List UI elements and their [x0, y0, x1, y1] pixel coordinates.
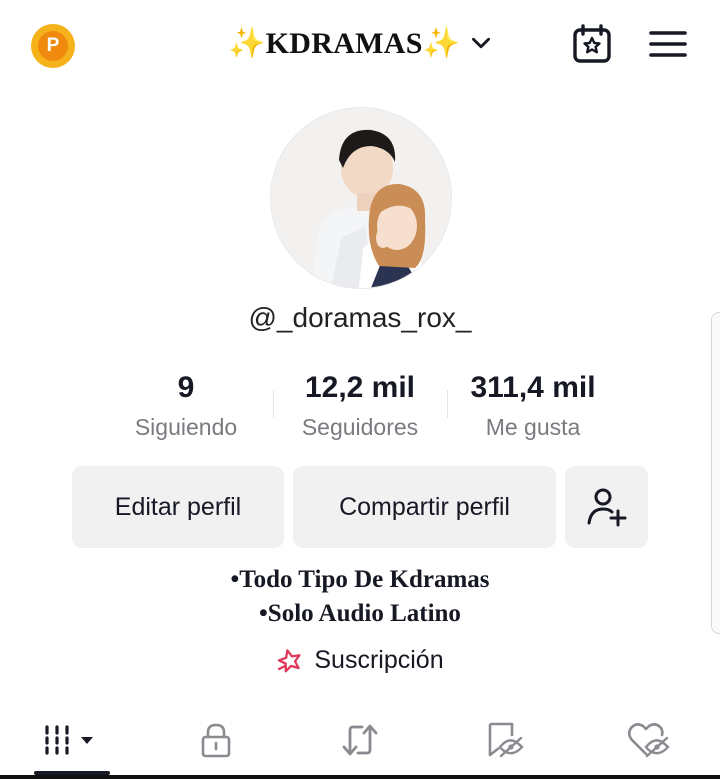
tab-videos[interactable]: [0, 710, 144, 770]
coin-icon: P: [38, 31, 68, 61]
followers-stat[interactable]: 12,2 mil Seguidores: [270, 370, 450, 442]
add-friend-button[interactable]: [565, 466, 648, 548]
followers-label: Seguidores: [301, 414, 419, 440]
likes-stat[interactable]: 311,4 mil Me gusta: [443, 370, 623, 442]
subscription-label: Suscripción: [314, 646, 444, 674]
share-profile-button[interactable]: Compartir perfil: [293, 466, 556, 548]
tab-private[interactable]: [144, 710, 288, 770]
account-switcher[interactable]: ✨KDRAMAS✨: [228, 20, 494, 66]
tab-bar-divider: [0, 775, 720, 779]
liked-hidden-icon: [626, 720, 670, 760]
add-user-icon: [585, 485, 629, 529]
hamburger-menu-icon[interactable]: [646, 22, 690, 66]
lock-icon: [198, 721, 234, 759]
videos-grid-icon: [41, 723, 103, 757]
tab-liked[interactable]: [576, 710, 720, 770]
following-count: 9: [177, 371, 195, 404]
bio-line: •Solo Audio Latino: [259, 600, 461, 627]
likes-label: Me gusta: [485, 414, 581, 440]
tab-reposts[interactable]: [288, 710, 432, 770]
following-label: Siguiendo: [134, 414, 238, 440]
following-stat[interactable]: 9 Siguiendo: [96, 370, 276, 442]
subscription-link[interactable]: Suscripción: [0, 646, 720, 675]
likes-count: 311,4 mil: [470, 371, 596, 404]
subscription-star-icon: [276, 647, 304, 675]
followers-count: 12,2 mil: [304, 371, 416, 404]
scrollbar[interactable]: [711, 312, 720, 634]
bookmark-hidden-icon: [483, 720, 525, 760]
calendar-star-icon[interactable]: [570, 22, 614, 66]
edit-profile-button[interactable]: Editar perfil: [72, 466, 284, 548]
account-title: ✨KDRAMAS✨: [228, 26, 461, 60]
profile-avatar[interactable]: [270, 107, 452, 289]
repost-icon: [340, 721, 380, 759]
coins-button[interactable]: P: [31, 24, 75, 68]
chevron-down-icon: [468, 30, 494, 56]
tab-saved[interactable]: [432, 710, 576, 770]
username: @_doramas_rox_: [248, 302, 472, 333]
bio-line: •Todo Tipo De Kdramas: [230, 566, 490, 593]
